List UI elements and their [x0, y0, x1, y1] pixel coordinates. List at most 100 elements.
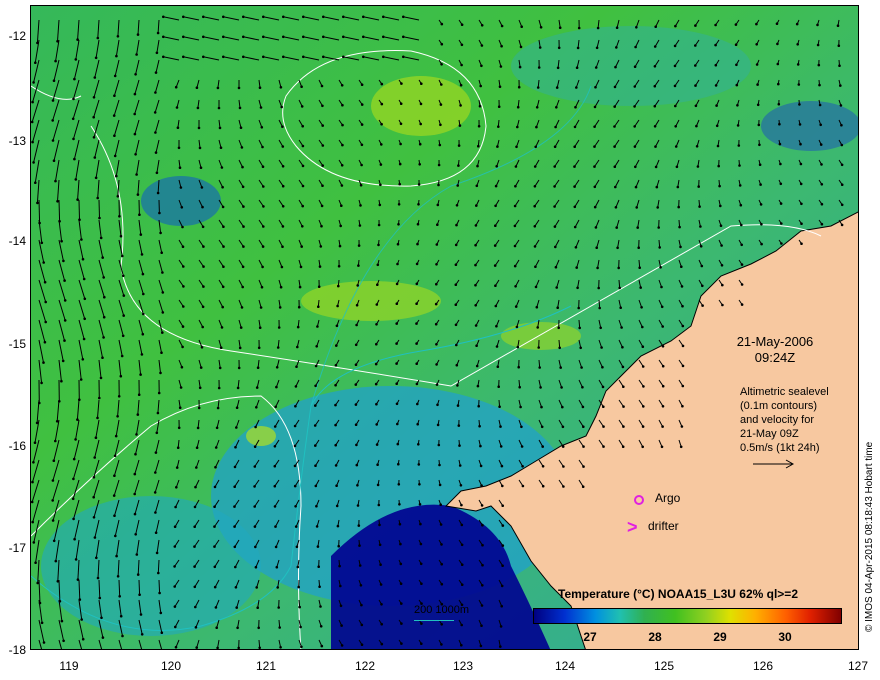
- velocity-vector-head: [221, 205, 225, 209]
- velocity-vector-head: [73, 537, 76, 541]
- velocity-vector-head: [558, 26, 562, 30]
- velocity-vector-head: [96, 576, 100, 580]
- colorbar-label: 30: [778, 630, 792, 644]
- velocity-vector-head: [840, 123, 843, 127]
- velocity-vector-head: [595, 246, 598, 249]
- velocity-vector-head: [72, 97, 75, 101]
- velocity-vector-head: [573, 165, 576, 168]
- velocity-vector-head: [615, 46, 618, 49]
- velocity-vector-head: [778, 122, 781, 126]
- velocity-vector-head: [240, 146, 244, 149]
- velocity-vector-head: [96, 196, 99, 200]
- lat-label: -12: [8, 29, 26, 43]
- velocity-vector-head: [458, 464, 462, 467]
- velocity-vector-head: [398, 182, 402, 186]
- velocity-vector-head: [199, 166, 203, 169]
- velocity-vector-head: [233, 505, 236, 508]
- velocity-vector-head: [140, 633, 144, 636]
- velocity-vector-head: [201, 325, 204, 329]
- velocity-vector-head: [400, 622, 403, 625]
- velocity-vector-head: [497, 125, 500, 128]
- velocity-vector-head: [681, 404, 684, 408]
- velocity-vector-head: [517, 365, 520, 369]
- velocity-vector-head: [497, 385, 501, 389]
- velocity-vector-head: [154, 91, 157, 94]
- velocity-vector-head: [634, 45, 637, 49]
- velocity-vector-head: [460, 643, 463, 647]
- velocity-vector-head: [596, 26, 600, 30]
- velocity-vector-head: [755, 63, 759, 66]
- velocity-vector-head: [341, 103, 344, 107]
- velocity-vector-head: [42, 261, 45, 264]
- velocity-vector-head: [294, 505, 297, 508]
- velocity-vector-head: [94, 176, 98, 180]
- velocity-vector-head: [216, 646, 219, 649]
- velocity-vector-head: [619, 306, 622, 310]
- velocity-vector-head: [176, 126, 180, 129]
- velocity-vector-head: [274, 405, 277, 409]
- velocity-vector-head: [460, 63, 463, 67]
- velocity-vector-head: [501, 564, 504, 567]
- velocity-vector-head: [255, 586, 258, 589]
- velocity-vector-head: [779, 162, 782, 166]
- velocity-vector-head: [455, 204, 459, 207]
- velocity-vector-head: [440, 22, 444, 26]
- velocity-vector-head: [73, 157, 76, 161]
- velocity-vector-head: [459, 484, 463, 487]
- velocity-vector-head: [460, 23, 464, 27]
- velocity-vector-head: [60, 239, 63, 243]
- velocity-vector-head: [253, 525, 257, 528]
- isobath-legend: 200 1000m: [414, 604, 470, 616]
- velocity-vector-head: [273, 505, 277, 508]
- velocity-vector-head: [715, 124, 719, 128]
- drifter-label: drifter: [648, 519, 679, 533]
- velocity-vector-head: [820, 202, 824, 206]
- velocity-vector-head: [837, 44, 841, 47]
- velocity-vector-head: [476, 164, 479, 168]
- velocity-vector-head: [173, 585, 176, 588]
- velocity-vector-head: [153, 491, 157, 494]
- velocity-vector-head: [520, 425, 523, 429]
- velocity-vector-head: [633, 105, 636, 108]
- velocity-vector-head: [501, 484, 504, 488]
- velocity-vector-head: [435, 243, 439, 246]
- velocity-vector-head: [302, 15, 305, 19]
- velocity-vector-head: [339, 604, 343, 608]
- velocity-vector-head: [515, 145, 518, 149]
- velocity-vector-head: [593, 185, 597, 189]
- velocity-vector-head: [477, 144, 480, 148]
- velocity-vector-head: [657, 226, 660, 229]
- velocity-vector-head: [474, 324, 478, 327]
- velocity-vector-head: [242, 245, 245, 248]
- velocity-vector-head: [134, 153, 137, 156]
- velocity-vector-head: [113, 134, 116, 137]
- velocity-vector-head: [721, 283, 724, 287]
- velocity-vector-head: [134, 452, 137, 456]
- velocity-vector-head: [379, 583, 383, 586]
- velocity-vector-head: [113, 474, 116, 478]
- velocity-vector-head: [335, 344, 338, 347]
- velocity-vector-head: [514, 305, 518, 308]
- velocity-vector-head: [456, 184, 460, 187]
- velocity-vector-head: [262, 15, 265, 19]
- velocity-vector-head: [60, 379, 63, 383]
- velocity-vector-head: [460, 543, 464, 547]
- velocity-vector-head: [255, 386, 259, 389]
- velocity-vector-head: [758, 163, 762, 166]
- velocity-vector-head: [360, 143, 364, 147]
- velocity-vector-head: [179, 386, 183, 389]
- velocity-vector-head: [480, 24, 484, 27]
- velocity-vector-head: [379, 163, 383, 166]
- velocity-vector-head: [142, 292, 145, 296]
- velocity-vector-head: [436, 203, 440, 207]
- velocity-vector-head: [293, 424, 297, 428]
- lat-label: -15: [8, 337, 26, 351]
- velocity-vector-head: [99, 376, 103, 380]
- velocity-vector-head: [233, 545, 237, 549]
- velocity-vector-head: [479, 464, 483, 468]
- velocity-vector-head: [799, 142, 802, 146]
- velocity-vector-head: [500, 24, 504, 28]
- velocity-vector-head: [294, 404, 297, 408]
- velocity-vector-head: [196, 426, 200, 430]
- velocity-vector-head: [262, 35, 265, 39]
